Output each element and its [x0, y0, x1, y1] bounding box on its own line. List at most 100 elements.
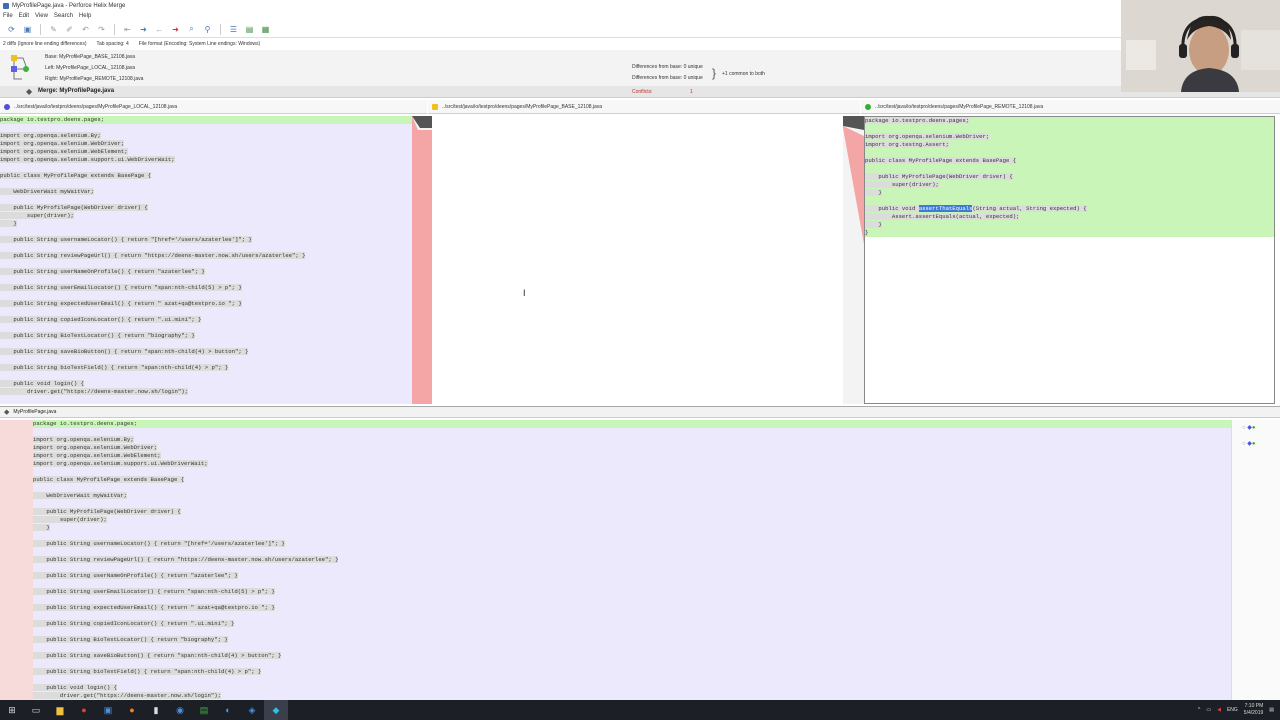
list-icon[interactable]: ☰: [228, 24, 239, 35]
code-line[interactable]: [0, 356, 412, 364]
code-line[interactable]: public String userNameOnProfile() { retu…: [0, 268, 412, 276]
notifications-icon[interactable]: ▤: [1269, 707, 1274, 713]
code-line[interactable]: WebDriverWait myWaitVar;: [0, 188, 412, 196]
code-line[interactable]: [33, 548, 1231, 556]
code-line[interactable]: import org.openqa.selenium.WebDriver;: [865, 133, 1274, 141]
code-line[interactable]: public void login() {: [0, 380, 412, 388]
code-line[interactable]: import org.openqa.selenium.WebElement;: [33, 452, 1231, 460]
code-line[interactable]: public void assertThatEquals(String actu…: [865, 205, 1274, 213]
code-line[interactable]: import org.openqa.selenium.support.ui.We…: [33, 460, 1231, 468]
find-icon[interactable]: ⌕: [186, 24, 197, 35]
chunk-marker-1[interactable]: ○ ◆●: [1242, 424, 1256, 431]
left-code-pane[interactable]: package io.testpro.deens.pages; import or…: [0, 116, 412, 404]
code-line[interactable]: [33, 596, 1231, 604]
code-line[interactable]: [865, 197, 1274, 205]
code-line[interactable]: }: [865, 221, 1274, 229]
code-line[interactable]: [33, 532, 1231, 540]
code-line[interactable]: [0, 228, 412, 236]
code-line[interactable]: driver.get("https://deens-master.now.sh/…: [0, 388, 412, 396]
code-line[interactable]: import org.openqa.selenium.By;: [33, 436, 1231, 444]
code-line[interactable]: super(driver);: [0, 212, 412, 220]
code-line[interactable]: [0, 124, 412, 132]
prev-diff-icon[interactable]: ←: [154, 24, 165, 35]
code-line[interactable]: public String expectedUserEmail() { retu…: [0, 300, 412, 308]
save-icon[interactable]: ▣: [22, 24, 33, 35]
code-line[interactable]: public class MyProfilePage extends BaseP…: [865, 157, 1274, 165]
code-line[interactable]: [33, 564, 1231, 572]
code-line[interactable]: import org.openqa.selenium.By;: [0, 132, 412, 140]
code-line[interactable]: import org.openqa.selenium.WebDriver;: [33, 444, 1231, 452]
code-line[interactable]: public String bioTextField() { return "s…: [33, 668, 1231, 676]
messenger-icon[interactable]: ◐: [216, 700, 240, 720]
code-line[interactable]: [0, 308, 412, 316]
code-line[interactable]: }: [33, 524, 1231, 532]
next-conflict-icon[interactable]: ➜: [170, 24, 181, 35]
merge-code-pane[interactable]: package io.testpro.deens.pages; import or…: [33, 420, 1231, 700]
code-line[interactable]: }: [865, 229, 1274, 237]
code-line[interactable]: public void login() {: [33, 684, 1231, 692]
file-format[interactable]: File format (Encoding: System Line endin…: [139, 41, 260, 47]
code-line[interactable]: [0, 340, 412, 348]
code-line[interactable]: public String copiedIconLocator() { retu…: [33, 620, 1231, 628]
code-line[interactable]: [33, 644, 1231, 652]
code-line[interactable]: [0, 372, 412, 380]
code-line[interactable]: public String usernameLocator() { return…: [33, 540, 1231, 548]
code-line[interactable]: public String userNameOnProfile() { retu…: [33, 572, 1231, 580]
base-code-pane[interactable]: [432, 116, 843, 404]
code-line[interactable]: }: [865, 189, 1274, 197]
code-line[interactable]: [33, 468, 1231, 476]
code-line[interactable]: public MyProfilePage(WebDriver driver) {: [865, 173, 1274, 181]
language-indicator[interactable]: ENG: [1227, 707, 1238, 713]
code-line[interactable]: [0, 196, 412, 204]
code-line[interactable]: public String expectedUserEmail() { retu…: [33, 604, 1231, 612]
code-line[interactable]: import org.openqa.selenium.support.ui.We…: [0, 156, 412, 164]
code-line[interactable]: [0, 164, 412, 172]
menu-edit[interactable]: Edit: [19, 13, 29, 19]
network-icon[interactable]: ▭: [1206, 707, 1211, 713]
tab-spacing[interactable]: Tab spacing: 4: [96, 41, 128, 47]
code-line[interactable]: public MyProfilePage(WebDriver driver) {: [0, 204, 412, 212]
store-icon[interactable]: ▣: [96, 700, 120, 720]
pencil-icon[interactable]: ✐: [64, 24, 75, 35]
code-line[interactable]: [0, 260, 412, 268]
code-line[interactable]: public class MyProfilePage extends BaseP…: [0, 172, 412, 180]
code-line[interactable]: [33, 612, 1231, 620]
spreadsheet-icon[interactable]: ▤: [192, 700, 216, 720]
layout-icon[interactable]: ▤: [244, 24, 255, 35]
terminal-icon[interactable]: ▮: [144, 700, 168, 720]
code-line[interactable]: import org.testng.Assert;: [865, 141, 1274, 149]
undo-icon[interactable]: ↶: [80, 24, 91, 35]
code-line[interactable]: Assert.assertEquals(actual, expected);: [865, 213, 1274, 221]
code-line[interactable]: public String saveBioButton() { return "…: [0, 348, 412, 356]
menu-file[interactable]: File: [3, 13, 13, 19]
code-line[interactable]: super(driver);: [33, 516, 1231, 524]
task-view-icon[interactable]: ▭: [24, 700, 48, 720]
code-line[interactable]: public String BioTextLocator() { return …: [33, 636, 1231, 644]
code-line[interactable]: super(driver);: [865, 181, 1274, 189]
code-line[interactable]: }: [0, 220, 412, 228]
code-line[interactable]: [865, 125, 1274, 133]
find-next-icon[interactable]: ⚲: [202, 24, 213, 35]
code-line[interactable]: driver.get("https://deens-master.now.sh/…: [33, 692, 1231, 700]
options-icon[interactable]: ▦: [260, 24, 271, 35]
code-line[interactable]: [33, 580, 1231, 588]
menu-search[interactable]: Search: [54, 13, 73, 19]
refresh-icon[interactable]: ⟳: [6, 24, 17, 35]
maps-icon[interactable]: ◉: [168, 700, 192, 720]
selected-method-name[interactable]: assertThatEquals: [918, 205, 973, 212]
code-line[interactable]: public String saveBioButton() { return "…: [33, 652, 1231, 660]
first-diff-icon[interactable]: ⇤: [122, 24, 133, 35]
clock[interactable]: 7:10 PM 5/4/2019: [1244, 703, 1263, 717]
code-line[interactable]: public String BioTextLocator() { return …: [0, 332, 412, 340]
code-line[interactable]: [33, 428, 1231, 436]
code-line[interactable]: import org.openqa.selenium.WebElement;: [0, 148, 412, 156]
code-line[interactable]: public String userEmailLocator() { retur…: [33, 588, 1231, 596]
start-icon[interactable]: ⊞: [0, 700, 24, 720]
code-line[interactable]: public String reviewPageUrl() { return "…: [0, 252, 412, 260]
menu-view[interactable]: View: [35, 13, 48, 19]
code-line[interactable]: [33, 484, 1231, 492]
code-line[interactable]: [33, 660, 1231, 668]
merge-app-icon[interactable]: ◆: [264, 700, 288, 720]
code-line[interactable]: [33, 628, 1231, 636]
tray-expand-icon[interactable]: ^: [1198, 707, 1200, 713]
